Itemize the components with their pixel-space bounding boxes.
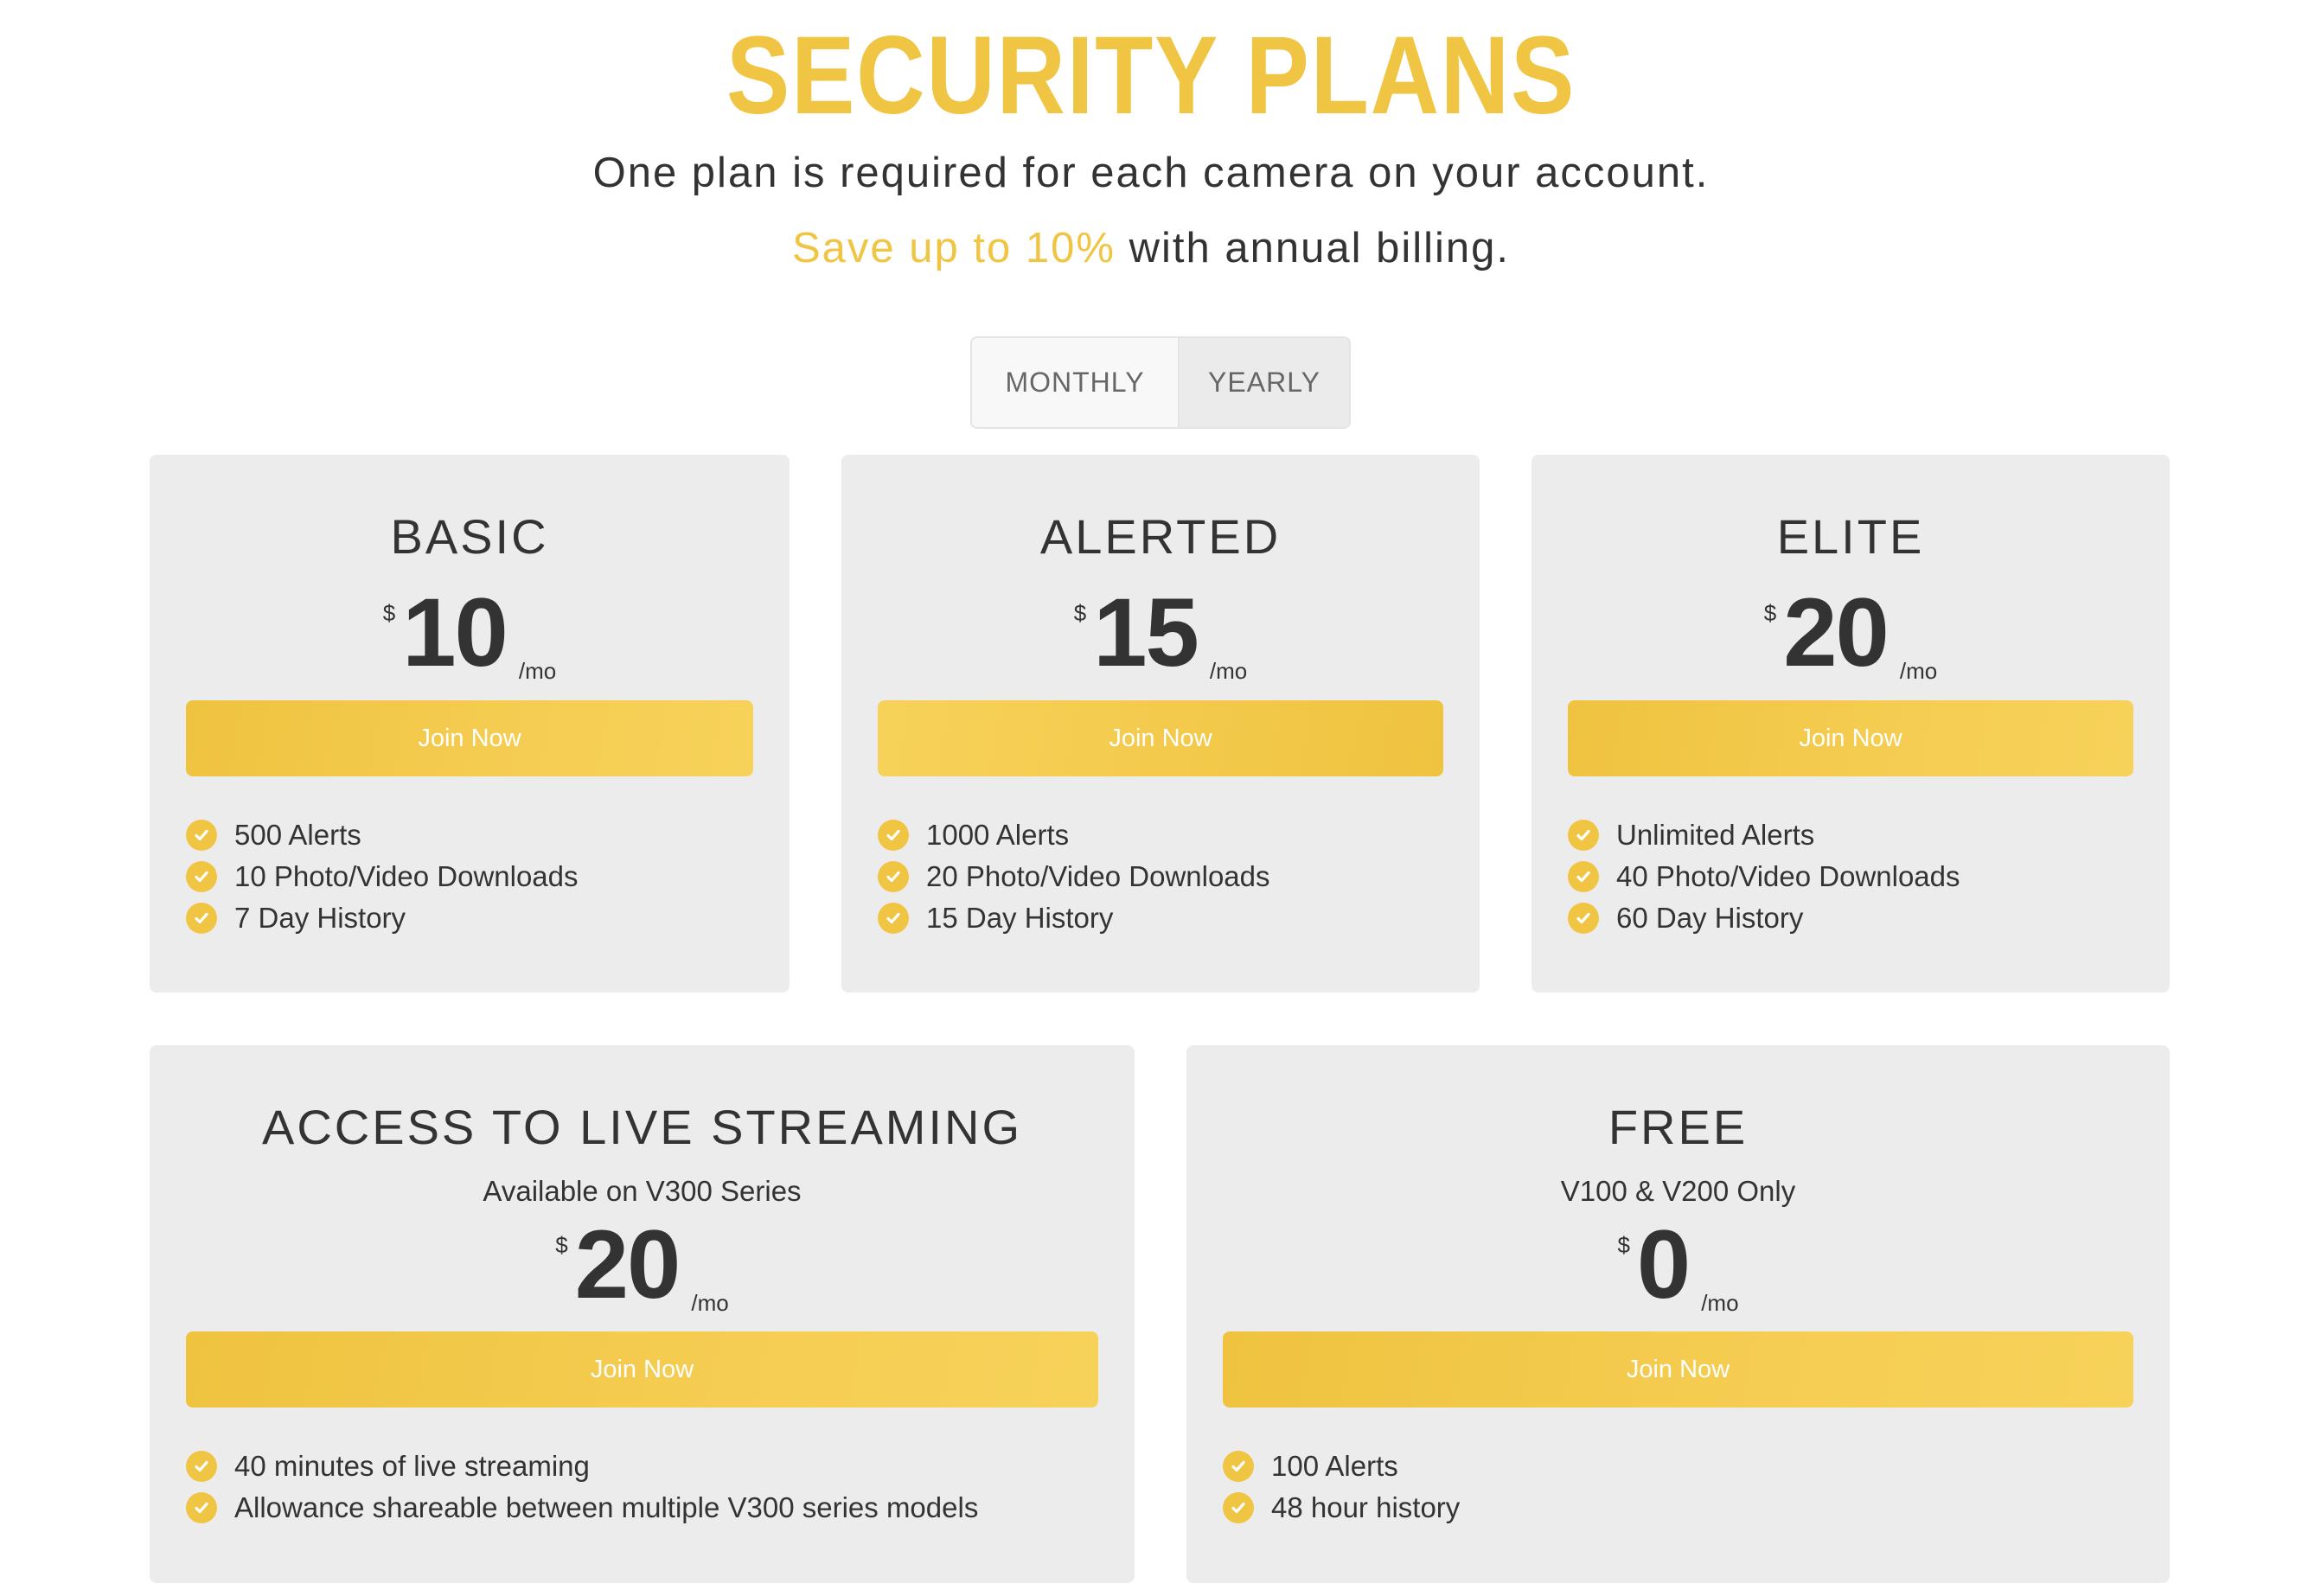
plan-card-alerted: ALERTED $ 15 /mo Join Now 1000 Alerts 20… (841, 455, 1480, 993)
feature-item: 20 Photo/Video Downloads (878, 856, 1462, 897)
price-period: /mo (691, 1290, 729, 1316)
check-circle-icon (1568, 861, 1599, 892)
plan-name: ELITE (1776, 509, 1925, 564)
feature-list: Unlimited Alerts 40 Photo/Video Download… (1568, 814, 2152, 939)
price-period: /mo (1209, 658, 1248, 684)
plan-price: $ 20 /mo (1531, 584, 2170, 688)
plan-name: ALERTED (1039, 509, 1282, 564)
join-now-button[interactable]: Join Now (186, 1331, 1098, 1408)
currency-symbol: $ (1073, 600, 1087, 626)
check-circle-icon (1568, 903, 1599, 934)
feature-list: 100 Alerts 48 hour history (1223, 1446, 2152, 1529)
currency-symbol: $ (382, 600, 396, 626)
plan-card-free: FREE V100 & V200 Only $ 0 /mo Join Now 1… (1186, 1045, 2170, 1583)
price-amount: 20 (574, 1210, 681, 1318)
feature-item: 1000 Alerts (878, 814, 1462, 856)
page-subtitle: One plan is required for each camera on … (592, 150, 1710, 196)
plan-card-basic: BASIC $ 10 /mo Join Now 500 Alerts 10 Ph… (150, 455, 790, 993)
join-now-button[interactable]: Join Now (878, 700, 1443, 776)
join-now-button[interactable]: Join Now (1568, 700, 2133, 776)
plan-price: $ 20 /mo (150, 1216, 1135, 1320)
feature-list: 500 Alerts 10 Photo/Video Downloads 7 Da… (186, 814, 772, 939)
join-now-button[interactable]: Join Now (1223, 1331, 2133, 1408)
plan-card-live-streaming: ACCESS TO LIVE STREAMING Available on V3… (150, 1045, 1135, 1583)
price-amount: 0 (1636, 1210, 1691, 1318)
currency-symbol: $ (555, 1232, 568, 1258)
check-circle-icon (878, 820, 909, 851)
plan-name: FREE (1608, 1100, 1749, 1154)
currency-symbol: $ (1617, 1232, 1630, 1258)
billing-yearly-button[interactable]: YEARLY (1180, 338, 1349, 427)
feature-item: 10 Photo/Video Downloads (186, 856, 772, 897)
savings-highlight: Save up to 10% (791, 225, 1116, 271)
check-circle-icon (1223, 1451, 1254, 1482)
check-circle-icon (878, 861, 909, 892)
currency-symbol: $ (1763, 600, 1777, 626)
check-circle-icon (186, 903, 217, 934)
savings-note: Save up to 10% with annual billing. (0, 224, 2302, 272)
feature-item: 7 Day History (186, 897, 772, 939)
price-amount: 20 (1783, 578, 1890, 686)
feature-item: Allowance shareable between multiple V30… (186, 1487, 1117, 1529)
join-now-button[interactable]: Join Now (186, 700, 753, 776)
feature-list: 1000 Alerts 20 Photo/Video Downloads 15 … (878, 814, 1462, 939)
price-period: /mo (518, 658, 557, 684)
savings-text: with annual billing. (1115, 225, 1510, 271)
check-circle-icon (878, 903, 909, 934)
feature-item: 40 minutes of live streaming (186, 1446, 1117, 1487)
plan-price: $ 15 /mo (841, 584, 1480, 688)
feature-item: Unlimited Alerts (1568, 814, 2152, 856)
price-period: /mo (1701, 1290, 1739, 1316)
plan-name: ACCESS TO LIVE STREAMING (261, 1100, 1023, 1154)
plan-name: BASIC (390, 509, 549, 564)
feature-item: 60 Day History (1568, 897, 2152, 939)
feature-item: 15 Day History (878, 897, 1462, 939)
feature-item: 100 Alerts (1223, 1446, 2152, 1487)
feature-list: 40 minutes of live streaming Allowance s… (186, 1446, 1117, 1529)
price-period: /mo (1899, 658, 1938, 684)
plan-price: $ 10 /mo (150, 584, 790, 688)
billing-monthly-button[interactable]: MONTHLY (972, 338, 1180, 427)
check-circle-icon (186, 1492, 217, 1523)
check-circle-icon (186, 861, 217, 892)
check-circle-icon (186, 820, 217, 851)
check-circle-icon (1223, 1492, 1254, 1523)
check-circle-icon (1568, 820, 1599, 851)
billing-toggle: MONTHLY YEARLY (970, 336, 1351, 429)
check-circle-icon (186, 1451, 217, 1482)
plan-subtitle: V100 & V200 Only (1560, 1175, 1796, 1207)
page-title: SECURITY PLANS (726, 14, 1576, 137)
feature-item: 48 hour history (1223, 1487, 2152, 1529)
plan-card-elite: ELITE $ 20 /mo Join Now Unlimited Alerts… (1531, 455, 2170, 993)
feature-item: 40 Photo/Video Downloads (1568, 856, 2152, 897)
plan-price: $ 0 /mo (1186, 1216, 2170, 1320)
price-amount: 15 (1093, 578, 1199, 686)
feature-item: 500 Alerts (186, 814, 772, 856)
price-amount: 10 (402, 578, 508, 686)
plan-subtitle: Available on V300 Series (483, 1175, 802, 1207)
